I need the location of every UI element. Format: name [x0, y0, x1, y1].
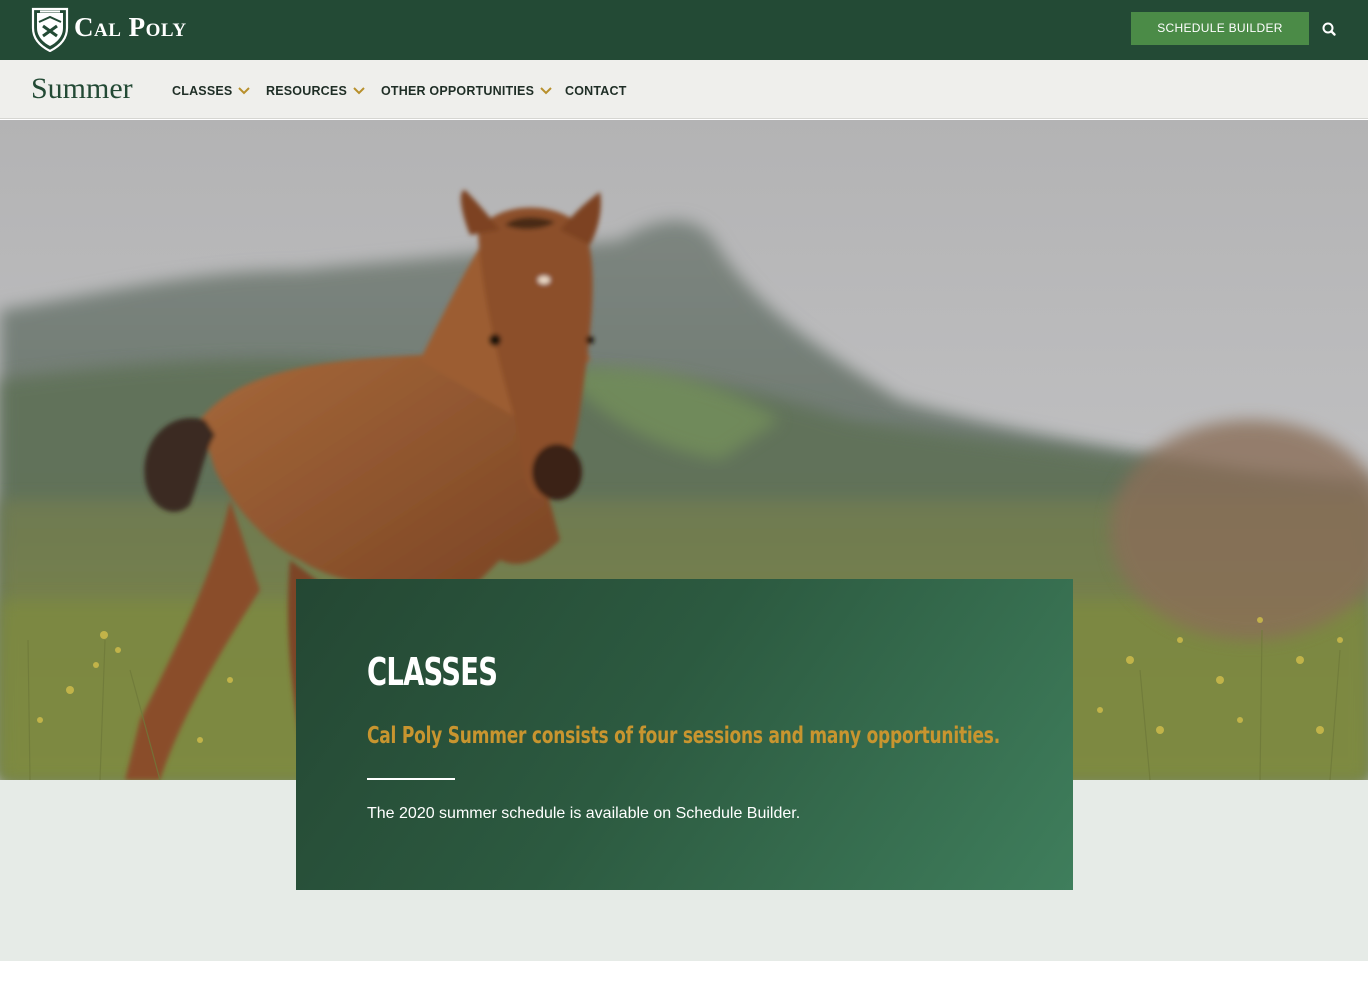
divider — [367, 778, 455, 780]
nav-item-label: OTHER OPPORTUNITIES — [381, 84, 535, 98]
nav-item-classes[interactable]: CLASSES — [172, 82, 251, 100]
brand-wordmark[interactable]: Cal Poly — [74, 10, 187, 44]
page-subtitle: Cal Poly Summer consists of four session… — [367, 723, 1000, 749]
intro-card: CLASSES Cal Poly Summer consists of four… — [296, 579, 1073, 890]
nav-item-resources[interactable]: RESOURCES — [266, 82, 365, 100]
site-header: Cal Poly SCHEDULE BUILDER — [0, 0, 1368, 60]
site-title[interactable]: Summer — [31, 71, 133, 107]
nav-item-other-opportunities[interactable]: OTHER OPPORTUNITIES — [381, 82, 552, 100]
chevron-down-icon — [353, 87, 365, 95]
nav-item-contact[interactable]: CONTACT — [565, 82, 627, 100]
nav-item-label: CLASSES — [172, 84, 233, 98]
page-heading: CLASSES — [367, 650, 498, 694]
chevron-down-icon — [238, 87, 251, 95]
chevron-down-icon — [540, 87, 552, 95]
nav-item-label: CONTACT — [565, 84, 627, 98]
nav-item-label: RESOURCES — [266, 84, 347, 98]
secondary-nav: Summer CLASSES RESOURCES OTHER OPPORTUNI… — [0, 60, 1368, 119]
intro-text: The 2020 summer schedule is available on… — [367, 805, 801, 822]
search-icon[interactable] — [1318, 18, 1340, 40]
cal-poly-shield-logo-icon[interactable] — [30, 6, 70, 53]
schedule-builder-button[interactable]: SCHEDULE BUILDER — [1131, 12, 1309, 45]
